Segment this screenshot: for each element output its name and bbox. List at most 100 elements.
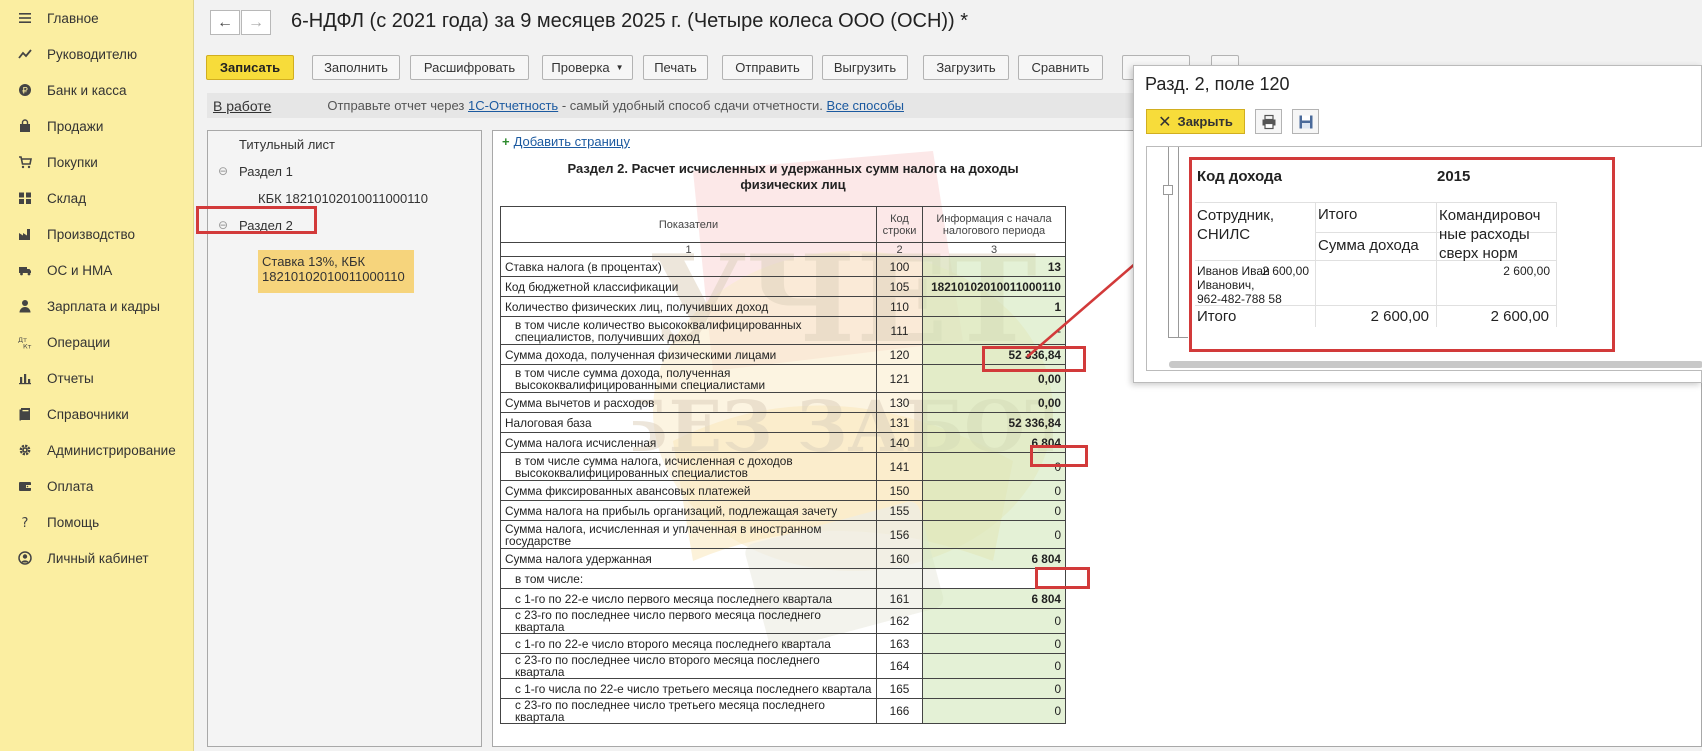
save-icon-button[interactable] bbox=[1292, 109, 1319, 134]
tree-item-selected[interactable]: Ставка 13%, КБК 18210102010011000110 bbox=[258, 250, 414, 293]
sidebar-item-label: Отчеты bbox=[47, 370, 94, 386]
sidebar-item-payment[interactable]: Оплата bbox=[0, 468, 194, 504]
header-line-code: Код строки bbox=[876, 206, 923, 243]
fill-button[interactable]: Заполнить bbox=[312, 55, 400, 80]
employee-header-l2: СНИЛС bbox=[1197, 226, 1251, 243]
table-row: Сумма налога на прибыль организаций, под… bbox=[500, 500, 1066, 521]
employee-total: 2 600,00 bbox=[1262, 264, 1309, 278]
table-row: Сумма вычетов и расходов 130 0,00 bbox=[500, 392, 1066, 413]
row-label: Ставка налога (в процентах) bbox=[500, 256, 877, 277]
add-page-link[interactable]: + Добавить страницу bbox=[502, 134, 630, 149]
row-value[interactable]: 0 bbox=[922, 633, 1066, 654]
sidebar-item-help[interactable]: ? Помощь bbox=[0, 504, 194, 540]
report-title-line2: физических лиц bbox=[740, 177, 846, 192]
sidebar-item-reports[interactable]: Отчеты bbox=[0, 360, 194, 396]
table-row: с 23-го по последнее число второго месяц… bbox=[500, 653, 1066, 679]
sidebar-item-sales[interactable]: Продажи bbox=[0, 108, 194, 144]
row-label: Сумма налога исчисленная bbox=[500, 432, 877, 453]
tree-item-kbk[interactable]: КБК 18210102010011000110 bbox=[258, 191, 428, 206]
row-value[interactable]: 0 bbox=[922, 678, 1066, 699]
save-button[interactable]: Записать bbox=[206, 55, 294, 80]
sidebar-item-main[interactable]: Главное bbox=[0, 0, 194, 36]
table-row: в том числе количество высококвалифициро… bbox=[500, 316, 1066, 345]
table-row: Сумма фиксированных авансовых платежей 15… bbox=[500, 480, 1066, 501]
import-button[interactable]: Загрузить bbox=[923, 55, 1009, 80]
collapse-icon[interactable]: ⊖ bbox=[218, 164, 228, 178]
arrow-left-icon: ← bbox=[217, 13, 233, 31]
sidebar-item-account[interactable]: Личный кабинет bbox=[0, 540, 194, 576]
tree-connector bbox=[1178, 147, 1179, 337]
sidebar-item-operations[interactable]: Дт Кт Операции bbox=[0, 324, 194, 360]
row-code: 156 bbox=[876, 520, 923, 549]
row-value[interactable]: 0 bbox=[922, 608, 1066, 634]
header-indicators: Показатели bbox=[500, 206, 877, 243]
sidebar-item-warehouse[interactable]: Склад bbox=[0, 180, 194, 216]
info-prefix: Отправьте отчет через bbox=[327, 98, 469, 113]
table-row: Код бюджетной классификации 105 1821010201… bbox=[500, 276, 1066, 297]
tree-label: Раздел 2 bbox=[239, 218, 293, 233]
send-button[interactable]: Отправить bbox=[722, 55, 813, 80]
row-value[interactable]: 6 804 bbox=[922, 548, 1066, 569]
all-methods-link[interactable]: Все способы bbox=[827, 98, 904, 113]
income-code-label: Код дохода bbox=[1197, 168, 1282, 185]
close-button[interactable]: ✕ Закрыть bbox=[1146, 109, 1245, 134]
page-title: 6-НДФЛ (с 2021 года) за 9 месяцев 2025 г… bbox=[291, 10, 969, 32]
tree-connector bbox=[1168, 147, 1169, 337]
print-icon-button[interactable] bbox=[1255, 109, 1282, 134]
check-button[interactable]: Проверка ▼ bbox=[542, 55, 633, 80]
sections-tree: Титульный лист ⊖ Раздел 1 КБК 18210102010… bbox=[207, 130, 482, 747]
sidebar-item-admin[interactable]: Администрирование bbox=[0, 432, 194, 468]
divider bbox=[1195, 202, 1556, 203]
row-value[interactable]: 6 804 bbox=[922, 588, 1066, 609]
status-link[interactable]: В работе bbox=[213, 98, 271, 114]
wallet-icon bbox=[18, 479, 32, 493]
sidebar-item-references[interactable]: Справочники bbox=[0, 396, 194, 432]
row-value[interactable]: 0 bbox=[922, 452, 1066, 481]
tree-item-title-page[interactable]: Титульный лист bbox=[239, 137, 335, 152]
operations-icon: Дт Кт bbox=[18, 335, 32, 349]
horizontal-scrollbar[interactable] bbox=[1169, 361, 1702, 368]
row-code: 162 bbox=[876, 608, 923, 634]
row-value[interactable]: 0 bbox=[922, 698, 1066, 724]
export-button[interactable]: Выгрузить bbox=[822, 55, 908, 80]
income-detail-table: Код дохода 2015 Сотрудник, СНИЛС Итого Су… bbox=[1189, 157, 1615, 352]
question-icon: ? bbox=[18, 515, 32, 529]
tree-item-section2[interactable]: ⊖ Раздел 2 bbox=[218, 218, 293, 233]
decode-button[interactable]: Расшифровать bbox=[410, 55, 529, 80]
sidebar-item-salary[interactable]: Зарплата и кадры bbox=[0, 288, 194, 324]
row-label: Сумма налога удержанная bbox=[500, 548, 877, 569]
sidebar-item-label: Помощь bbox=[47, 514, 100, 530]
row-label: Сумма дохода, полученная физическими лиц… bbox=[500, 344, 877, 365]
back-button[interactable]: ← bbox=[210, 10, 240, 35]
row-value[interactable]: 0 bbox=[922, 480, 1066, 501]
forward-button[interactable]: → bbox=[241, 10, 271, 35]
row-value[interactable] bbox=[922, 568, 1066, 589]
table-row: в том числе сумма дохода, полученная выс… bbox=[500, 364, 1066, 393]
sidebar-item-manager[interactable]: Руководителю bbox=[0, 36, 194, 72]
row-value[interactable]: 0,00 bbox=[922, 392, 1066, 413]
divider bbox=[1556, 202, 1557, 327]
row-label: в том числе сумма налога, исчисленная с … bbox=[500, 452, 877, 481]
row-value[interactable]: 0 bbox=[922, 500, 1066, 521]
collapse-icon[interactable]: ⊖ bbox=[218, 218, 228, 232]
tree-item-section1[interactable]: ⊖ Раздел 1 bbox=[218, 164, 293, 179]
row-value[interactable]: 0 bbox=[922, 653, 1066, 679]
ruble-icon: ₽ bbox=[18, 83, 32, 97]
sidebar-item-purchases[interactable]: Покупки bbox=[0, 144, 194, 180]
row-code: 110 bbox=[876, 296, 923, 317]
reporting-link[interactable]: 1С-Отчетность bbox=[468, 98, 558, 113]
row-value[interactable]: 52 336,84 bbox=[922, 412, 1066, 433]
sidebar-item-production[interactable]: Производство bbox=[0, 216, 194, 252]
row-value[interactable]: 0 bbox=[922, 520, 1066, 549]
sidebar-item-bank[interactable]: ₽ Банк и касса bbox=[0, 72, 194, 108]
row-code: 141 bbox=[876, 452, 923, 481]
compare-button[interactable]: Сравнить bbox=[1018, 55, 1103, 80]
row-value[interactable]: 6 804 bbox=[922, 432, 1066, 453]
row-label: с 1-го числа по 22-е число третьего меся… bbox=[500, 678, 877, 699]
collapse-box-icon[interactable] bbox=[1163, 185, 1173, 195]
row-code: 131 bbox=[876, 412, 923, 433]
print-button[interactable]: Печать bbox=[643, 55, 708, 80]
table-row: с 1-го по 22-е число первого месяца посл… bbox=[500, 588, 1066, 609]
row-label: Сумма вычетов и расходов bbox=[500, 392, 877, 413]
sidebar-item-assets[interactable]: ОС и НМА bbox=[0, 252, 194, 288]
